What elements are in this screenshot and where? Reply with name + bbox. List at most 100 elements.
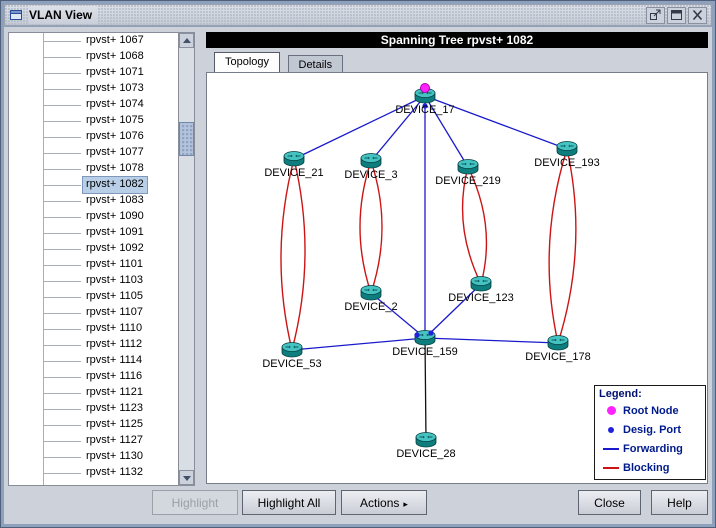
device-node-router-icon[interactable] xyxy=(282,343,302,358)
tree-tick xyxy=(43,361,81,362)
tab-details[interactable]: Details xyxy=(288,55,344,73)
edge-blocking xyxy=(292,159,305,350)
vlan-list-item[interactable]: rpvst+ 1103 xyxy=(9,273,178,289)
vlan-list-item[interactable]: rpvst+ 1090 xyxy=(9,209,178,225)
help-label: Help xyxy=(667,496,692,510)
close-action-button[interactable]: Close xyxy=(578,490,641,515)
vlan-list-item[interactable]: rpvst+ 1082 xyxy=(9,177,178,193)
vlan-list-item-label: rpvst+ 1121 xyxy=(83,385,146,401)
scrollbar-thumb[interactable] xyxy=(179,122,194,156)
legend-entry-label: Forwarding xyxy=(623,443,683,455)
tree-tick xyxy=(43,169,81,170)
vlan-list-item[interactable]: rpvst+ 1071 xyxy=(9,65,178,81)
vlan-list-item-label: rpvst+ 1110 xyxy=(83,321,145,337)
vlan-list-item[interactable]: rpvst+ 1083 xyxy=(9,193,178,209)
tree-tick xyxy=(43,297,81,298)
legend-entry-label: Blocking xyxy=(623,462,669,474)
vlan-list-item-label: rpvst+ 1130 xyxy=(83,449,146,465)
vlan-list-item[interactable]: rpvst+ 1110 xyxy=(9,321,178,337)
vlan-list-item[interactable]: rpvst+ 1074 xyxy=(9,97,178,113)
device-node-router-icon[interactable] xyxy=(557,142,577,157)
vlan-list-item[interactable]: rpvst+ 1075 xyxy=(9,113,178,129)
tree-tick xyxy=(43,153,81,154)
device-node-router-icon[interactable] xyxy=(471,277,491,292)
vlan-list-item[interactable]: rpvst+ 1091 xyxy=(9,225,178,241)
vertical-scrollbar[interactable] xyxy=(178,32,195,486)
root-node-marker-icon xyxy=(607,406,616,415)
tree-tick xyxy=(43,233,81,234)
device-node-router-icon[interactable] xyxy=(458,160,478,175)
scroll-down-button[interactable] xyxy=(179,470,194,485)
edge-blocking xyxy=(549,149,567,343)
vlan-list-item[interactable]: rpvst+ 1076 xyxy=(9,129,178,145)
tree-tick xyxy=(43,457,81,458)
vlan-list-item[interactable]: rpvst+ 1127 xyxy=(9,433,178,449)
vlan-list-item[interactable]: rpvst+ 1125 xyxy=(9,417,178,433)
scroll-up-button[interactable] xyxy=(179,33,194,48)
tree-tick xyxy=(43,73,81,74)
tree-tick xyxy=(43,121,81,122)
maximize-button[interactable] xyxy=(667,7,686,24)
vlan-list-item[interactable]: rpvst+ 1107 xyxy=(9,305,178,321)
vlan-list-item-label: rpvst+ 1101 xyxy=(83,257,146,273)
tab-topology[interactable]: Topology xyxy=(214,52,280,73)
device-node-router-icon[interactable] xyxy=(416,433,436,448)
window-body: rpvst+ 1067rpvst+ 1068rpvst+ 1071rpvst+ … xyxy=(4,27,712,524)
actions-button[interactable]: Actions▸ xyxy=(341,490,427,515)
legend-entry-label: Root Node xyxy=(623,405,679,417)
vlan-list-item-label: rpvst+ 1116 xyxy=(83,369,145,385)
vlan-list-item[interactable]: rpvst+ 1078 xyxy=(9,161,178,177)
actions-label: Actions xyxy=(360,496,399,510)
tree-tick xyxy=(43,329,81,330)
legend-entry: Forwarding xyxy=(599,439,701,458)
vlan-list-item[interactable]: rpvst+ 1068 xyxy=(9,49,178,65)
vlan-list-item-label: rpvst+ 1107 xyxy=(83,305,146,321)
vlan-list-item-label: rpvst+ 1123 xyxy=(83,401,146,417)
tree-tick xyxy=(43,393,81,394)
highlight-all-button[interactable]: Highlight All xyxy=(242,490,336,515)
vlan-list-item[interactable]: rpvst+ 1073 xyxy=(9,81,178,97)
vlan-list-item[interactable]: rpvst+ 1130 xyxy=(9,449,178,465)
help-button[interactable]: Help xyxy=(651,490,708,515)
vlan-list-item[interactable]: rpvst+ 1116 xyxy=(9,369,178,385)
tree-tick xyxy=(43,345,81,346)
vlan-list-item[interactable]: rpvst+ 1101 xyxy=(9,257,178,273)
legend-entry: Root Node xyxy=(599,401,701,420)
vlan-tree-list[interactable]: rpvst+ 1067rpvst+ 1068rpvst+ 1071rpvst+ … xyxy=(8,32,178,486)
close-button[interactable] xyxy=(688,7,707,24)
vlan-list-item-label: rpvst+ 1073 xyxy=(83,81,147,97)
window-title: VLAN View xyxy=(29,6,98,24)
popout-button[interactable] xyxy=(646,7,665,24)
vlan-list-item-label: rpvst+ 1082 xyxy=(83,177,147,193)
vlan-list-item-label: rpvst+ 1078 xyxy=(83,161,147,177)
device-label: DEVICE_193 xyxy=(534,157,599,169)
vlan-list-item[interactable]: rpvst+ 1092 xyxy=(9,241,178,257)
vlan-list-item[interactable]: rpvst+ 1132 xyxy=(9,465,178,481)
device-node-router-icon[interactable] xyxy=(284,152,304,167)
desig-port-icon xyxy=(414,332,419,337)
tree-tick xyxy=(43,249,81,250)
device-label: DEVICE_178 xyxy=(525,351,590,363)
tree-tick xyxy=(43,217,81,218)
device-node-router-icon[interactable] xyxy=(361,154,381,169)
device-node-router-icon[interactable] xyxy=(361,286,381,301)
close-icon xyxy=(691,9,704,21)
vlan-list-item[interactable]: rpvst+ 1114 xyxy=(9,353,178,369)
edge-blocking xyxy=(281,159,294,350)
vlan-list-item[interactable]: rpvst+ 1105 xyxy=(9,289,178,305)
tree-tick xyxy=(43,57,81,58)
highlight-label: Highlight xyxy=(172,496,219,510)
device-label: DEVICE_123 xyxy=(448,292,513,304)
device-label: DEVICE_53 xyxy=(262,358,321,370)
legend-entry: Blocking xyxy=(599,458,701,477)
vlan-list-item[interactable]: rpvst+ 1067 xyxy=(9,33,178,49)
desig-port-marker-icon xyxy=(608,427,614,433)
vlan-list-item[interactable]: rpvst+ 1121 xyxy=(9,385,178,401)
tree-tick xyxy=(43,137,81,138)
vlan-list-item[interactable]: rpvst+ 1077 xyxy=(9,145,178,161)
vlan-list-item[interactable]: rpvst+ 1123 xyxy=(9,401,178,417)
highlight-button[interactable]: Highlight xyxy=(152,490,238,515)
highlight-all-label: Highlight All xyxy=(258,496,321,510)
device-node-router-icon[interactable] xyxy=(548,336,568,351)
vlan-list-item[interactable]: rpvst+ 1112 xyxy=(9,337,178,353)
